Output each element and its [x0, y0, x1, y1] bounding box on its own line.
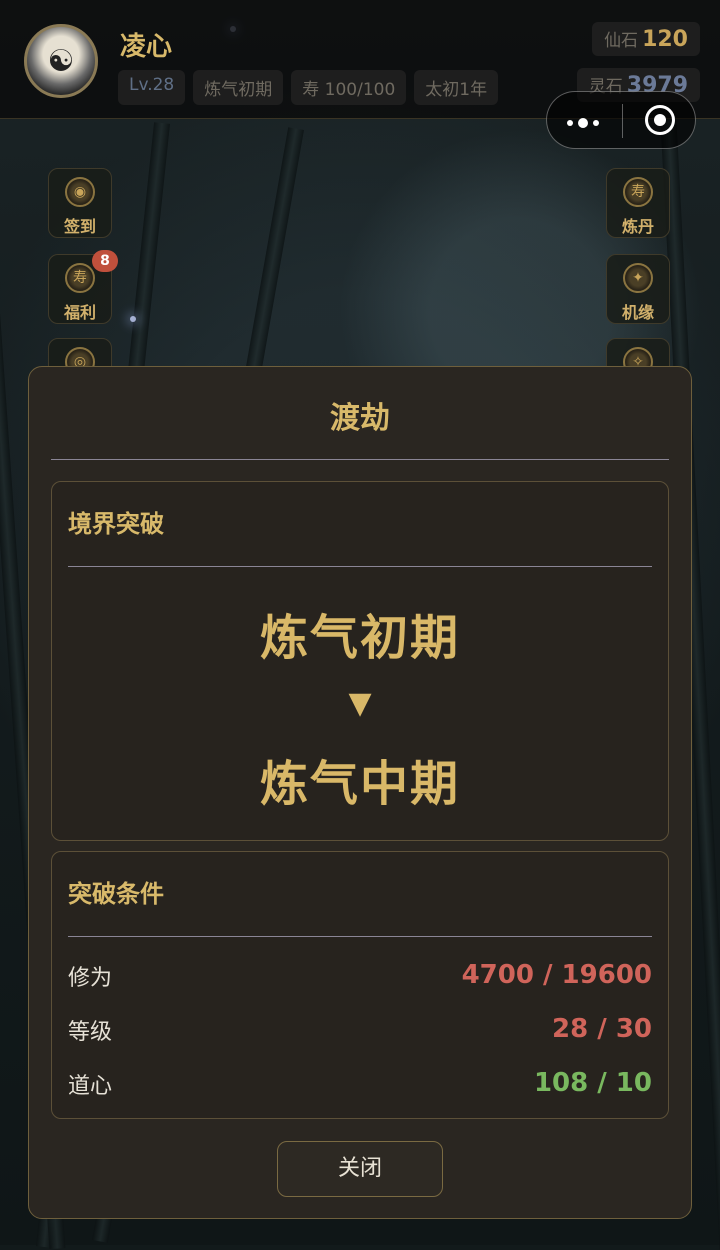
- modal-title: 渡劫: [330, 401, 390, 436]
- alchemy-button[interactable]: 寿 炼丹: [606, 168, 670, 238]
- breakthrough-divider: [68, 566, 652, 567]
- breakthrough-title: 境界突破: [68, 510, 164, 538]
- more-menu-icon[interactable]: [567, 118, 599, 128]
- welfare-label: 福利: [63, 303, 96, 322]
- player-tags: Lv.28 炼气初期 寿 100/100 太初1年: [118, 70, 499, 105]
- condition-row: 修为 4700 / 19600: [68, 960, 652, 996]
- checkin-label: 签到: [63, 217, 96, 236]
- condition-label: 道心: [68, 1074, 113, 1099]
- checkin-icon: ◉: [65, 177, 95, 207]
- miniprogram-capsule: [546, 91, 696, 149]
- condition-label: 等级: [68, 1020, 113, 1045]
- condition-label: 修为: [68, 966, 113, 991]
- xianshi-currency: 仙石 120: [592, 22, 700, 56]
- era-tag: 太初1年: [414, 70, 499, 105]
- capsule-divider: [622, 104, 623, 138]
- current-realm: 炼气初期: [259, 610, 460, 666]
- xianshi-label: 仙石: [604, 31, 639, 51]
- checkin-button[interactable]: ◉ 签到: [48, 168, 112, 238]
- firefly: [130, 316, 136, 322]
- realm-tag: 炼气初期: [193, 70, 284, 105]
- xianshi-value: 120: [642, 27, 688, 52]
- condition-row: 等级 28 / 30: [68, 1014, 652, 1050]
- conditions-title: 突破条件: [68, 880, 164, 908]
- close-miniprogram-icon[interactable]: [645, 105, 675, 135]
- player-avatar[interactable]: ☯: [24, 24, 98, 98]
- welfare-icon: 寿: [65, 263, 95, 293]
- condition-value: 28 / 30: [552, 1014, 652, 1044]
- fortune-button[interactable]: ✦ 机缘: [606, 254, 670, 324]
- alchemy-icon: 寿: [623, 177, 653, 207]
- alchemy-label: 炼丹: [621, 217, 654, 236]
- conditions-divider: [68, 936, 652, 937]
- fortune-label: 机缘: [621, 303, 654, 322]
- condition-row: 道心 108 / 10: [68, 1068, 652, 1104]
- welfare-badge: 8: [92, 250, 118, 272]
- breakthrough-panel: 境界突破 炼气初期 ▼ 炼气中期: [51, 481, 669, 841]
- down-arrow-icon: ▼: [348, 686, 372, 721]
- lifespan-tag: 寿 100/100: [291, 70, 407, 105]
- tribulation-modal: 渡劫 境界突破 炼气初期 ▼ 炼气中期 突破条件 修为 4700 / 19600…: [28, 366, 692, 1219]
- fortune-icon: ✦: [623, 263, 653, 293]
- condition-value: 108 / 10: [533, 1068, 652, 1098]
- close-button[interactable]: 关闭: [277, 1141, 443, 1197]
- conditions-panel: 突破条件 修为 4700 / 19600 等级 28 / 30 道心 108 /…: [51, 851, 669, 1119]
- next-realm: 炼气中期: [259, 756, 460, 812]
- player-name: 凌心: [120, 32, 173, 62]
- level-tag: Lv.28: [118, 70, 186, 105]
- condition-value: 4700 / 19600: [461, 960, 652, 990]
- modal-divider: [51, 459, 669, 460]
